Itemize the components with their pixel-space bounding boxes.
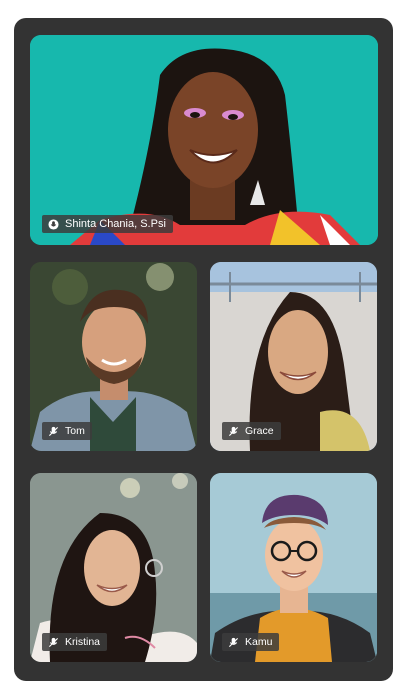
- participant-name-tag: Grace: [222, 422, 281, 440]
- participant-tile-kristina[interactable]: Kristina: [30, 473, 197, 662]
- participant-tile-kamu[interactable]: Kamu: [210, 473, 377, 662]
- participant-name: Tom: [65, 425, 85, 437]
- participant-name: Shinta Chania, S.Psi: [65, 218, 166, 230]
- mic-muted-icon: [228, 637, 239, 648]
- participant-video-main: [30, 35, 378, 245]
- mic-icon: [48, 218, 59, 230]
- participant-name-tag: Kristina: [42, 633, 108, 651]
- video-call-frame: Shinta Chania, S.Psi Tom Grace Kristina …: [14, 18, 393, 681]
- participant-tile-grace[interactable]: Grace: [210, 262, 377, 451]
- mic-muted-icon: [48, 637, 59, 648]
- participant-tile-tom[interactable]: Tom: [30, 262, 197, 451]
- participant-name-tag: Shinta Chania, S.Psi: [42, 215, 173, 233]
- participant-name-tag: Tom: [42, 422, 92, 440]
- participant-name: Kristina: [65, 636, 101, 648]
- participant-name: Kamu: [245, 636, 273, 648]
- participant-name-tag: Kamu: [222, 633, 280, 651]
- participant-name: Grace: [245, 425, 274, 437]
- mic-muted-icon: [48, 426, 59, 437]
- participant-tile-main[interactable]: Shinta Chania, S.Psi: [30, 35, 378, 245]
- mic-muted-icon: [228, 426, 239, 437]
